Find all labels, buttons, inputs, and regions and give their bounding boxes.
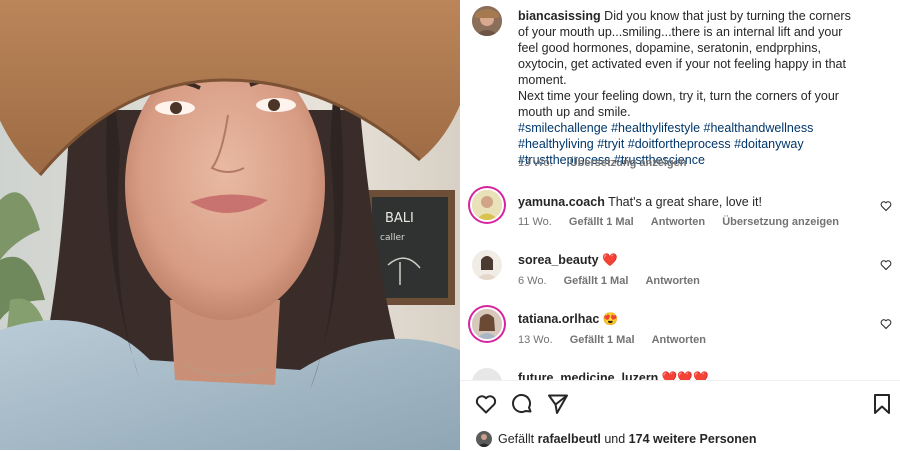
selfie-photo: BALI caller (0, 0, 460, 450)
caption-text: biancasissing Did you know that just by … (518, 8, 858, 168)
comment-item: tatiana.orlhac 😍 13 Wo. Gefällt 1 Mal An… (460, 305, 900, 355)
comment-body: That's a great share, love it! (608, 195, 762, 209)
comment-text-row: sorea_beauty ❤️ (518, 252, 858, 268)
comment-age: 11 Wo. (518, 216, 552, 228)
post-photo[interactable]: BALI caller (0, 0, 460, 450)
commenter-username[interactable]: tatiana.orlhac (518, 312, 599, 326)
likes-summary: Gefällt rafaelbeutl und 174 weitere Pers… (476, 431, 757, 447)
heart-icon[interactable] (474, 392, 498, 416)
likes-count[interactable]: 174 weitere Personen (629, 432, 757, 446)
comment-meta: 6 Wo. Gefällt 1 Mal Antworten (518, 275, 714, 287)
heart-icon[interactable] (880, 200, 892, 212)
comment-meta: 11 Wo. Gefällt 1 Mal Antworten Übersetzu… (518, 216, 853, 228)
comment-reply-button[interactable]: Antworten (645, 275, 699, 287)
author-username[interactable]: biancasissing (518, 9, 601, 23)
comment-item: future_medicine_luzern ❤️❤️❤️ (460, 366, 900, 380)
commenter-username[interactable]: sorea_beauty (518, 253, 599, 267)
likes-prefix: Gefällt (498, 432, 535, 446)
comment-likes-count[interactable]: Gefällt 1 Mal (564, 275, 629, 287)
comment-text-row: yamuna.coach That's a great share, love … (518, 194, 858, 210)
comment-reply-button[interactable]: Antworten (652, 334, 706, 346)
comment-likes-count[interactable]: Gefällt 1 Mal (570, 334, 635, 346)
post-action-bar: Gefällt rafaelbeutl und 174 weitere Pers… (460, 380, 900, 451)
comments-panel: biancasissing Did you know that just by … (460, 0, 900, 451)
comment-body: 😍 (602, 312, 619, 326)
liker-avatar[interactable] (476, 431, 492, 447)
heart-icon[interactable] (880, 318, 892, 330)
comment-body: ❤️ (602, 253, 618, 267)
svg-text:BALI: BALI (385, 211, 414, 226)
comment-age: 13 Wo. (518, 334, 553, 346)
author-avatar[interactable] (472, 6, 502, 36)
likes-middle: und (604, 432, 626, 446)
comment-reply-button[interactable]: Antworten (651, 216, 705, 228)
bookmark-icon[interactable] (870, 392, 894, 416)
comment-item: yamuna.coach That's a great share, love … (460, 186, 900, 236)
comment-likes-count[interactable]: Gefällt 1 Mal (569, 216, 634, 228)
caption-meta: 13 Wo. Übersetzung anzeigen (518, 157, 700, 169)
instagram-post-view: BALI caller biancasissing Did you know t… (0, 0, 900, 451)
comment-translate-button[interactable]: Übersetzung anzeigen (722, 216, 839, 228)
comment-age: 6 Wo. (518, 275, 547, 287)
commenter-avatar[interactable] (472, 190, 502, 220)
caption-translate-button[interactable]: Übersetzung anzeigen (570, 157, 687, 169)
commenter-username[interactable]: future_medicine_luzern (518, 371, 658, 380)
comments-scroll-area[interactable]: biancasissing Did you know that just by … (460, 0, 900, 380)
comment-meta: 13 Wo. Gefällt 1 Mal Antworten (518, 334, 720, 346)
svg-text:caller: caller (380, 233, 405, 243)
share-icon[interactable] (546, 392, 570, 416)
comment-text-row: tatiana.orlhac 😍 (518, 311, 858, 327)
caption-age: 13 Wo. (518, 157, 553, 169)
heart-icon[interactable] (880, 259, 892, 271)
comment-text-row: future_medicine_luzern ❤️❤️❤️ (518, 370, 858, 380)
comment-item: sorea_beauty ❤️ 6 Wo. Gefällt 1 Mal Antw… (460, 246, 900, 296)
liker-username[interactable]: rafaelbeutl (538, 432, 601, 446)
commenter-username[interactable]: yamuna.coach (518, 195, 605, 209)
caption-body-2: Next time your feeling down, try it, tur… (518, 89, 839, 119)
comment-body: ❤️❤️❤️ (661, 371, 709, 380)
comment-icon[interactable] (510, 392, 534, 416)
commenter-avatar[interactable] (472, 309, 502, 339)
commenter-avatar[interactable] (472, 250, 502, 280)
commenter-avatar[interactable] (472, 368, 502, 380)
